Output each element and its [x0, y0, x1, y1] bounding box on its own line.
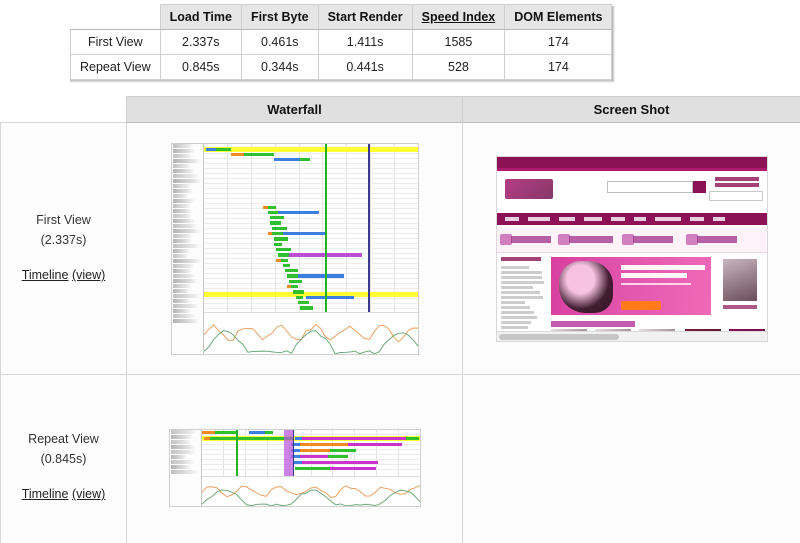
metrics-row-label-repeat-view: Repeat View	[71, 55, 161, 80]
metrics-table-head: Load Time First Byte Start Render Speed …	[71, 5, 612, 30]
first-view-view-link[interactable]: (view)	[72, 268, 105, 282]
first-view-links: Timeline (view)	[1, 266, 126, 285]
results-header-waterfall: Waterfall	[127, 97, 463, 123]
site-promo-strip	[497, 227, 767, 253]
repeat-view-waterfall-chart[interactable]	[169, 429, 421, 507]
repeat-view-links: Timeline (view)	[1, 485, 126, 504]
waterfall-request-labels	[170, 430, 202, 506]
metrics-repeat-view-dom-elements: 174	[505, 55, 612, 80]
site-top-bar	[497, 157, 767, 168]
repeat-view-screenshot-cell	[463, 375, 800, 543]
metrics-corner-cell	[71, 5, 161, 30]
first-view-waterfall-cell[interactable]	[127, 123, 463, 375]
site-search-button	[693, 181, 706, 193]
site-phone-number-1	[715, 177, 759, 181]
site-logo	[505, 179, 553, 199]
metrics-repeat-view-first-byte: 0.344s	[241, 55, 318, 80]
site-hero-banner	[551, 257, 711, 315]
results-header-screenshot: Screen Shot	[463, 97, 800, 123]
featured-product-image	[723, 259, 757, 301]
banner-headline	[621, 265, 705, 270]
site-header-right-box	[709, 191, 763, 201]
metrics-header-load-time: Load Time	[160, 5, 241, 30]
scrollbar-thumb[interactable]	[499, 334, 619, 340]
first-view-time: (2.337s)	[1, 231, 126, 250]
first-view-waterfall-chart[interactable]	[171, 143, 419, 355]
site-sidebar-categories	[497, 255, 549, 327]
repeat-view-title: Repeat View	[1, 430, 126, 449]
metrics-header-first-byte: First Byte	[241, 5, 318, 30]
metrics-repeat-view-start-render: 0.441s	[318, 55, 412, 80]
first-view-label-cell: First View (2.337s) Timeline (view)	[1, 123, 127, 375]
results-corner-cell	[1, 97, 127, 123]
waterfall-plot-area	[202, 430, 420, 506]
first-view-title: First View	[1, 211, 126, 230]
metrics-header-start-render: Start Render	[318, 5, 412, 30]
metrics-first-view-start-render: 1.411s	[318, 30, 412, 55]
metrics-row-first-view: First View 2.337s 0.461s 1.411s 1585 174	[71, 30, 612, 55]
waterfall-request-labels	[172, 144, 204, 354]
repeat-view-time: (0.845s)	[1, 450, 126, 469]
site-phone-number-2	[715, 183, 759, 187]
site-special-offers-heading	[551, 321, 711, 327]
first-view-timeline-link[interactable]: Timeline	[22, 268, 69, 282]
results-table-head: Waterfall Screen Shot	[1, 97, 800, 123]
metrics-first-view-first-byte: 0.461s	[241, 30, 318, 55]
browser-scrollbar[interactable]	[497, 331, 767, 341]
repeat-view-waterfall-cell[interactable]	[127, 375, 463, 543]
repeat-view-timeline-link[interactable]: Timeline	[22, 487, 69, 501]
results-row-repeat-view: Repeat View (0.845s) Timeline (view)	[1, 375, 800, 543]
metrics-table: Load Time First Byte Start Render Speed …	[70, 4, 612, 80]
metrics-row-repeat-view: Repeat View 0.845s 0.344s 0.441s 528 174	[71, 55, 612, 80]
site-search-box	[607, 181, 693, 193]
metrics-repeat-view-load-time: 0.845s	[160, 55, 241, 80]
banner-subheadline	[621, 273, 687, 278]
site-featured-product	[717, 257, 765, 319]
metrics-summary: Load Time First Byte Start Render Speed …	[70, 4, 612, 80]
metrics-header-dom-elements: DOM Elements	[505, 5, 612, 30]
results-header-row: Waterfall Screen Shot	[1, 97, 800, 123]
repeat-view-label-cell: Repeat View (0.845s) Timeline (view)	[1, 375, 127, 543]
metrics-first-view-load-time: 2.337s	[160, 30, 241, 55]
metrics-first-view-speed-index: 1585	[412, 30, 505, 55]
repeat-view-view-link[interactable]: (view)	[72, 487, 105, 501]
speed-index-link[interactable]: Speed Index	[422, 10, 496, 24]
webpagetest-results-page: Load Time First Byte Start Render Speed …	[0, 0, 800, 543]
featured-product-price	[723, 305, 757, 309]
metrics-repeat-view-speed-index: 528	[412, 55, 505, 80]
metrics-header-speed-index[interactable]: Speed Index	[412, 5, 505, 30]
first-view-screenshot-cell[interactable]	[463, 123, 800, 375]
banner-cta-button	[621, 301, 661, 310]
site-main-nav	[497, 213, 767, 225]
results-table: Waterfall Screen Shot First View (2.337s…	[0, 96, 800, 543]
metrics-table-body: First View 2.337s 0.461s 1.411s 1585 174…	[71, 30, 612, 80]
metrics-first-view-dom-elements: 174	[505, 30, 612, 55]
metrics-header-row: Load Time First Byte Start Render Speed …	[71, 5, 612, 30]
first-view-screenshot-thumbnail[interactable]	[496, 156, 768, 342]
results-row-first-view: First View (2.337s) Timeline (view)	[1, 123, 800, 375]
metrics-row-label-first-view: First View	[71, 30, 161, 55]
waterfall-plot-area	[204, 144, 418, 354]
banner-model-image	[559, 261, 613, 313]
results-table-body: First View (2.337s) Timeline (view) Repe…	[1, 123, 800, 543]
banner-body-text	[621, 283, 691, 285]
